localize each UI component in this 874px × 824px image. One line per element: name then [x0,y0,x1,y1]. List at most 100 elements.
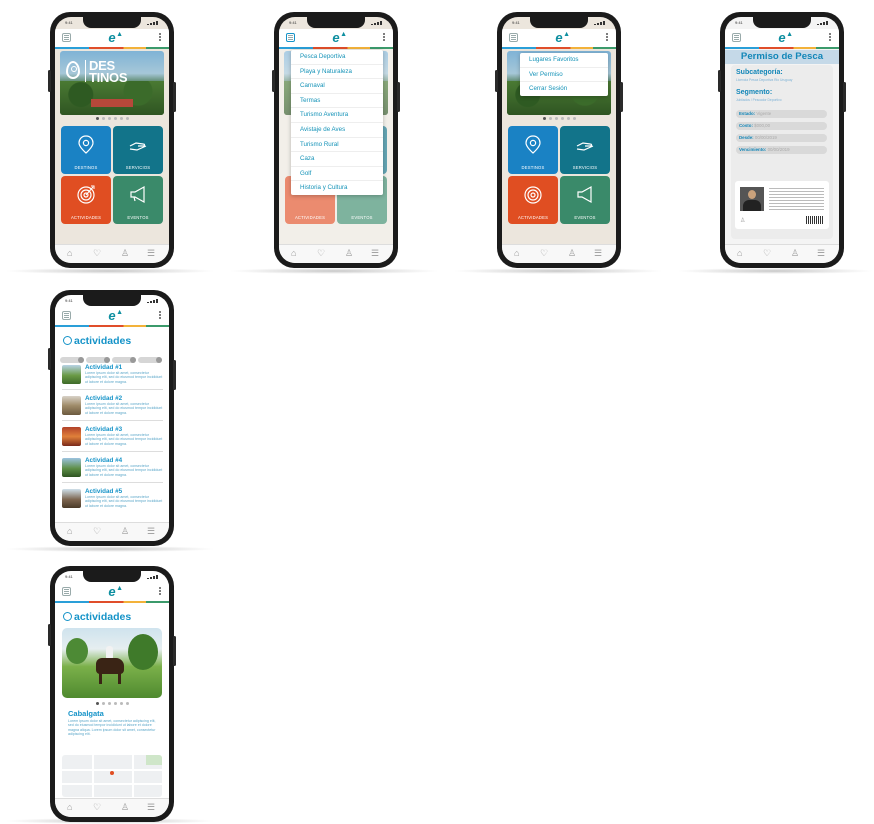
tile-label: SERVICIOS [125,165,151,170]
megaphone-icon [130,185,145,204]
menu-item-category[interactable]: Historia y Cultura [291,181,383,195]
user-icon[interactable]: ♙ [345,249,353,258]
location-map[interactable] [62,755,162,797]
activity-name: Cabalgata [68,709,104,718]
menu-item-view-permit[interactable]: Ver Permiso [520,68,608,83]
user-icon[interactable]: ♙ [791,249,799,258]
app-bar: e ▲ [502,29,616,47]
settings-icon[interactable]: ☰ [147,249,155,258]
user-icon[interactable]: ♙ [121,249,129,258]
kebab-menu-icon[interactable] [159,33,161,43]
status-time: 9:41 [65,20,73,25]
target-icon [524,186,542,204]
heart-icon[interactable]: ♡ [93,249,101,258]
categories-screen: 9:41 e ▲ ACTIVIDADES EVENTOS Pesca Deport… [279,17,393,263]
permit-card: Subcategoría: Licencia Pesca Deportiva R… [731,65,833,239]
id-photo [740,187,764,211]
carousel-dots[interactable] [55,117,169,120]
home-icon[interactable]: ⌂ [514,249,519,258]
kebab-menu-icon[interactable] [606,33,608,43]
heart-icon[interactable]: ♡ [317,249,325,258]
activity-desc: Lorem ipsum dolor sit amet, consectetur … [85,464,163,477]
carousel-dots[interactable] [55,702,169,705]
phone-options-menu: 9:41 e ▲ DESTINOS SERVICIOS ACTIVIDADES E… [495,12,623,268]
menu-item-logout[interactable]: Cerrar Sesión [520,82,608,96]
kebab-menu-icon[interactable] [159,311,161,321]
list-item[interactable]: Actividad #2 Lorem ipsum dolor sit amet,… [62,394,163,421]
menu-item-favorites[interactable]: Lugares Favoritos [520,53,608,68]
subcategory-label: Subcategoría: [736,69,783,76]
activity-title: Actividad #2 [85,395,123,402]
page-title: actividades [63,335,131,347]
signal-icon [817,20,830,25]
list-item[interactable]: Actividad #3 Lorem ipsum dolor sit amet,… [62,425,163,452]
app-bar: e ▲ [55,307,169,325]
destinos-banner[interactable]: DES TINOS [60,51,164,115]
tile-destinos[interactable]: DESTINOS [61,126,111,174]
menu-item-category[interactable]: Pesca Deportiva [291,50,383,65]
tile-actividades[interactable]: ACTIVIDADES [61,176,111,224]
list-item[interactable]: Actividad #4 Lorem ipsum dolor sit amet,… [62,456,163,483]
settings-icon[interactable]: ☰ [371,249,379,258]
home-icon[interactable]: ⌂ [67,249,72,258]
activity-title: Actividad #5 [85,488,123,495]
activity-detail-screen: 9:41 e ▲ actividades Cabalgata Lorem ipsu… [55,571,169,817]
settings-icon[interactable]: ☰ [147,803,155,812]
user-icon[interactable]: ♙ [121,527,129,536]
phone-permit: 9:41 e ▲ Permiso de Pesca Subcategoría: L… [718,12,846,268]
hamburger-menu-icon[interactable] [732,33,741,42]
list-item[interactable]: Actividad #1 Lorem ipsum dolor sit amet,… [62,363,163,390]
signal-icon [147,20,160,25]
bottom-nav: ⌂ ♡ ♙ ☰ [725,244,839,263]
kebab-menu-icon[interactable] [829,33,831,43]
tile-servicios[interactable]: SERVICIOS [113,126,163,174]
home-screen: 9:41 e ▲ DES TINOS DESTINOS SERVICIOS ACT… [55,17,169,263]
menu-item-category[interactable]: Termas [291,94,383,109]
tile-label: DESTINOS [74,165,98,170]
home-icon[interactable]: ⌂ [291,249,296,258]
menu-item-category[interactable]: Carnaval [291,79,383,94]
location-pin-icon [525,135,541,154]
hamburger-menu-icon[interactable] [62,33,71,42]
hand-icon [129,142,147,151]
kebab-menu-icon[interactable] [383,33,385,43]
menu-item-category[interactable]: Playa y Naturaleza [291,65,383,80]
home-icon[interactable]: ⌂ [67,803,72,812]
app-bar: e ▲ [55,583,169,601]
hamburger-menu-icon[interactable] [509,33,518,42]
menu-item-category[interactable]: Turismo Aventura [291,108,383,123]
tile-eventos[interactable]: EVENTOS [113,176,163,224]
settings-icon[interactable]: ☰ [817,249,825,258]
user-icon[interactable]: ♙ [568,249,576,258]
settings-icon[interactable]: ☰ [147,527,155,536]
options-screen: 9:41 e ▲ DESTINOS SERVICIOS ACTIVIDADES E… [502,17,616,263]
bottom-nav: ⌂ ♡ ♙ ☰ [55,244,169,263]
user-icon[interactable]: ♙ [121,803,129,812]
heart-icon[interactable]: ♡ [93,803,101,812]
list-item[interactable]: Actividad #5 Lorem ipsum dolor sit amet,… [62,487,163,513]
home-icon[interactable]: ⌂ [737,249,742,258]
menu-item-category[interactable]: Caza [291,152,383,167]
heart-icon[interactable]: ♡ [540,249,548,258]
heart-icon[interactable]: ♡ [763,249,771,258]
signal-icon [594,20,607,25]
activity-thumbnail [62,427,81,446]
settings-icon[interactable]: ☰ [594,249,602,258]
home-icon[interactable]: ⌂ [67,527,72,536]
hamburger-menu-icon[interactable] [286,33,295,42]
hamburger-menu-icon[interactable] [62,311,71,320]
target-icon [63,336,72,345]
menu-item-category[interactable]: Turismo Rural [291,138,383,153]
menu-item-category[interactable]: Golf [291,167,383,182]
activity-photo[interactable] [62,628,162,698]
app-bar: e ▲ [725,29,839,47]
kebab-menu-icon[interactable] [159,587,161,597]
hamburger-menu-icon[interactable] [62,587,71,596]
hand-icon [576,142,594,151]
tile-label: ACTIVIDADES [70,215,102,220]
heart-icon[interactable]: ♡ [93,527,101,536]
tile-label: EVENTOS [127,215,149,220]
activity-desc: Lorem ipsum dolor sit amet, consectetur … [85,495,163,508]
segment-text: Jubilados / Pescador Deportivo [736,98,782,102]
menu-item-category[interactable]: Avistaje de Aves [291,123,383,138]
